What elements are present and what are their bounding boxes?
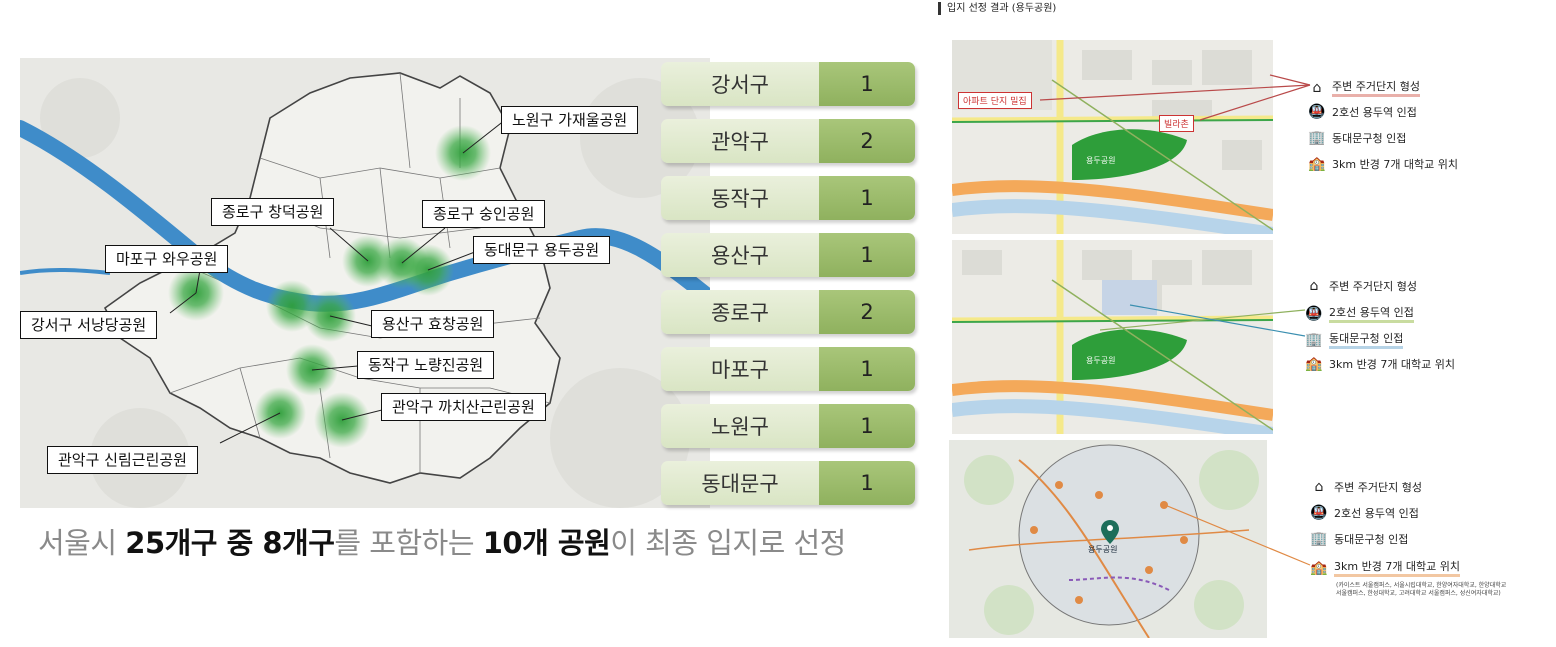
park-label-hyochang: 용산구 효창공원 <box>371 310 495 338</box>
district-name: 노원구 <box>661 404 819 448</box>
summary-emphasis: 10개 공원 <box>482 526 611 560</box>
feature-station: 🚇 2호선 용두역 인접 <box>1308 104 1417 120</box>
house-icon: ⌂ <box>1312 79 1322 96</box>
district-name: 강서구 <box>661 62 819 106</box>
district-row: 종로구 2 <box>661 290 915 334</box>
park-map-label: 용두공원 <box>1086 356 1116 365</box>
feature-housing: ⌂ 주변 주거단지 형성 <box>1305 278 1417 294</box>
summary-part: 를 포함하는 <box>334 526 483 560</box>
district-count: 1 <box>819 404 915 448</box>
park-label-wawoo: 마포구 와우공원 <box>105 245 229 273</box>
summary-emphasis: 25개구 중 8개구 <box>125 526 335 560</box>
leader-line-university <box>1164 504 1311 566</box>
district-count: 2 <box>819 119 915 163</box>
district-count: 1 <box>819 233 915 277</box>
feature-label: 3km 반경 7개 대학교 위치 <box>1329 358 1456 371</box>
district-row: 관악구 2 <box>661 119 915 163</box>
park-label-seonangdang: 강서구 서낭당공원 <box>20 311 158 339</box>
feature-label: 3km 반경 7개 대학교 위치 <box>1334 558 1461 577</box>
park-map-label: 용두공원 <box>1088 545 1118 554</box>
summary-part: 이 최종 입지로 선정 <box>610 526 846 560</box>
school-icon: 🏫 <box>1305 356 1323 372</box>
park-label-changdeok: 종로구 창덕공원 <box>211 198 335 226</box>
park-label-kkachisan: 관악구 까치산근린공원 <box>381 393 546 421</box>
feature-station: 🚇 2호선 용두역 인접 <box>1305 304 1414 323</box>
district-name: 동대문구 <box>661 461 819 505</box>
feature-office: 🏢 동대문구청 인접 <box>1305 330 1404 349</box>
note-line: 서울캠퍼스, 한성대학교, 고려대학교 서울캠퍼스, 성신여자대학교) <box>1336 590 1501 597</box>
district-count: 1 <box>819 176 915 220</box>
feature-univ: 🏫 3km 반경 7개 대학교 위치 <box>1308 156 1458 172</box>
district-count: 1 <box>819 347 915 391</box>
train-icon: 🚇 <box>1308 104 1326 120</box>
school-icon: 🏫 <box>1310 559 1328 576</box>
feature-office: 🏢 동대문구청 인접 <box>1310 531 1408 547</box>
park-label-nowon: 노원구 가재울공원 <box>501 106 639 134</box>
house-icon: ⌂ <box>1314 479 1324 495</box>
feature-label: 주변 주거단지 형성 <box>1329 280 1417 293</box>
district-row: 마포구 1 <box>661 347 915 391</box>
district-count: 2 <box>819 290 915 334</box>
feature-station: 🚇 2호선 용두역 인접 <box>1310 505 1419 521</box>
park-label-sillim: 관악구 신림근린공원 <box>47 446 198 474</box>
district-name: 용산구 <box>661 233 819 277</box>
feature-label: 주변 주거단지 형성 <box>1332 78 1420 97</box>
district-name: 마포구 <box>661 347 819 391</box>
feature-housing: ⌂ 주변 주거단지 형성 <box>1308 78 1420 97</box>
district-row: 동작구 1 <box>661 176 915 220</box>
house-icon: ⌂ <box>1309 278 1319 294</box>
district-count: 1 <box>819 461 915 505</box>
summary-sentence: 서울시 25개구 중 8개구를 포함하는 10개 공원이 최종 입지로 선정 <box>38 520 846 562</box>
park-label-yongdu: 동대문구 용두공원 <box>473 236 611 264</box>
school-icon: 🏫 <box>1308 156 1326 172</box>
feature-label: 2호선 용두역 인접 <box>1334 507 1419 520</box>
train-icon: 🚇 <box>1310 505 1328 521</box>
feature-label: 주변 주거단지 형성 <box>1334 481 1422 494</box>
feature-label: 동대문구청 인접 <box>1329 330 1404 349</box>
building-icon: 🏢 <box>1305 331 1323 348</box>
district-row: 노원구 1 <box>661 404 915 448</box>
summary-part: 서울시 <box>38 526 126 560</box>
district-name: 종로구 <box>661 290 819 334</box>
feature-label: 3km 반경 7개 대학교 위치 <box>1332 158 1459 171</box>
building-icon: 🏢 <box>1308 130 1326 146</box>
district-row: 동대문구 1 <box>661 461 915 505</box>
university-list-note: (카이스트 서울캠퍼스, 서울시립대학교, 한양여자대학교, 한양대학교 서울캠… <box>1336 582 1536 598</box>
leader-lines-housing <box>1039 74 1311 121</box>
feature-housing: ⌂ 주변 주거단지 형성 <box>1310 479 1422 495</box>
district-row: 강서구 1 <box>661 62 915 106</box>
feature-label: 동대문구청 인접 <box>1332 132 1407 145</box>
feature-label: 2호선 용두역 인접 <box>1329 304 1414 323</box>
district-name: 동작구 <box>661 176 819 220</box>
train-icon: 🚇 <box>1305 305 1323 322</box>
district-count: 1 <box>819 62 915 106</box>
building-icon: 🏢 <box>1310 531 1328 547</box>
feature-univ: 🏫 3km 반경 7개 대학교 위치 <box>1305 356 1455 372</box>
feature-office: 🏢 동대문구청 인접 <box>1308 130 1406 146</box>
district-name: 관악구 <box>661 119 819 163</box>
park-label-sungin: 종로구 숭인공원 <box>422 200 546 228</box>
feature-label: 동대문구청 인접 <box>1334 533 1409 546</box>
district-row: 용산구 1 <box>661 233 915 277</box>
section-title: 입지 선정 결과 (용두공원) <box>938 2 1056 15</box>
park-label-noryangjin: 동작구 노량진공원 <box>357 351 495 379</box>
seoul-park-map: 노원구 가재울공원 종로구 창덕공원 종로구 숭인공원 동대문구 용두공원 마포… <box>20 58 710 508</box>
feature-label: 2호선 용두역 인접 <box>1332 106 1417 119</box>
note-line: (카이스트 서울캠퍼스, 서울시립대학교, 한양여자대학교, 한양대학교 <box>1336 582 1507 589</box>
leader-lines-transport <box>1100 304 1306 337</box>
park-map-label: 용두공원 <box>1086 156 1116 165</box>
feature-univ: 🏫 3km 반경 7개 대학교 위치 <box>1310 558 1461 577</box>
